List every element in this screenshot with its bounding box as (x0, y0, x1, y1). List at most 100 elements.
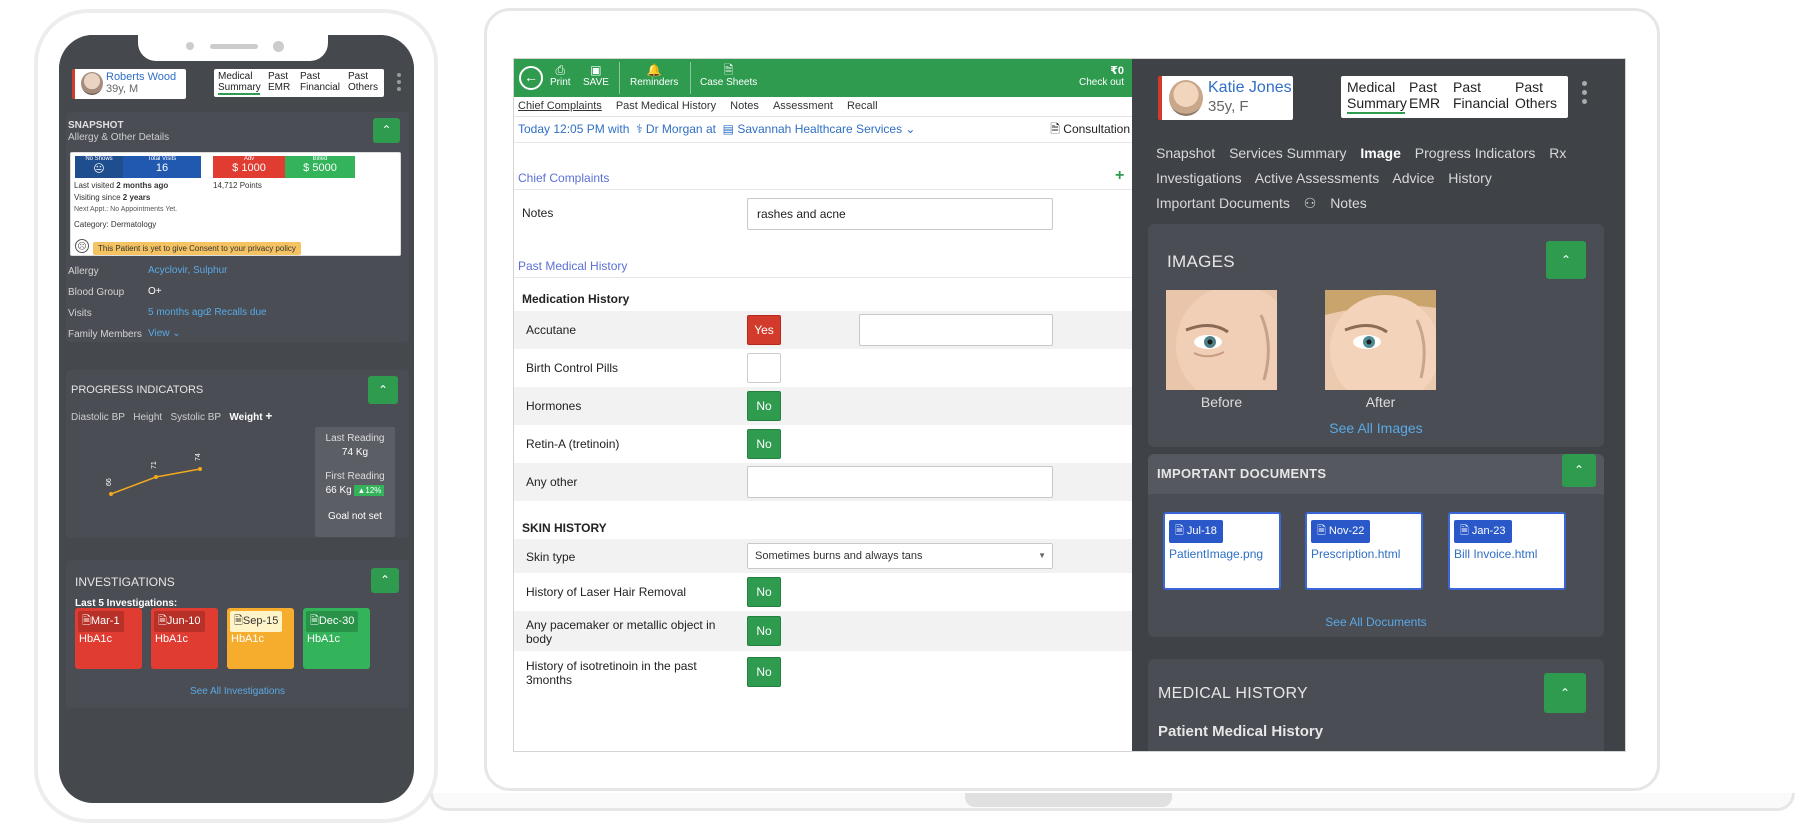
collapse-progress-button[interactable]: ⌃ (368, 376, 398, 404)
more-options-icon[interactable] (397, 73, 401, 94)
collapse-medical-history-button[interactable]: ⌃ (1544, 673, 1586, 713)
save-button[interactable]: ▣ SAVE (583, 63, 609, 88)
tab-weight[interactable]: Weight (229, 412, 262, 423)
tab-height[interactable]: Height (133, 412, 162, 423)
laser-hair-toggle[interactable]: No (747, 577, 781, 607)
pacemaker-toggle[interactable]: No (747, 616, 781, 646)
nav-services-summary[interactable]: Services Summary (1229, 145, 1346, 161)
medication-row: Birth Control Pills (514, 349, 1132, 387)
document-name[interactable]: Prescription.html (1311, 547, 1400, 561)
tab-past-emr[interactable]: Past EMR (268, 71, 294, 93)
nav-snapshot[interactable]: Snapshot (1156, 145, 1215, 161)
document-card[interactable]: 🗎 Jul-18 PatientImage.png (1163, 512, 1281, 590)
more-options-icon[interactable] (1582, 81, 1588, 108)
accutane-detail-input[interactable] (859, 314, 1053, 346)
retin-a-toggle[interactable]: No (747, 429, 781, 459)
before-image[interactable] (1166, 290, 1277, 390)
document-name[interactable]: PatientImage.png (1169, 547, 1263, 561)
patient-name[interactable]: Katie Jones (1208, 79, 1292, 97)
investigation-tile[interactable]: 🗎Dec-30 HbA1c (303, 608, 370, 669)
allergy-value[interactable]: Acyclovir, Sulphur (148, 265, 227, 276)
nav-rx[interactable]: Rx (1549, 145, 1566, 161)
tab-past-others[interactable]: Past Others (348, 71, 382, 93)
first-reading-value: 66 Kg (325, 485, 352, 496)
tab-notes[interactable]: Notes (730, 97, 759, 116)
avatar (1169, 80, 1203, 116)
patient-info: 35y, F (1208, 98, 1249, 115)
patient-name[interactable]: Roberts Wood (106, 71, 176, 83)
document-card[interactable]: 🗎 Jan-23 Bill Invoice.html (1448, 512, 1566, 590)
document-name[interactable]: Bill Invoice.html (1454, 547, 1537, 561)
see-all-investigations-link[interactable]: See All Investigations (66, 686, 409, 697)
snapshot-subtitle: Allergy & Other Details (68, 132, 170, 143)
tab-medical-summary[interactable]: Medical Summary (1347, 79, 1407, 114)
skin-history-title: SKIN HISTORY (522, 521, 607, 535)
investigation-tile[interactable]: 🗎Mar-1 HbA1c (75, 608, 142, 669)
last-visited: Last visited 2 months ago (74, 181, 168, 190)
nav-advice[interactable]: Advice (1392, 170, 1434, 186)
after-image[interactable] (1325, 290, 1436, 390)
document-card[interactable]: 🗎 Nov-22 Prescription.html (1305, 512, 1423, 590)
nav-important-documents[interactable]: Important Documents (1156, 195, 1290, 211)
case-sheets-button[interactable]: 🗎 Case Sheets (700, 63, 757, 88)
any-other-input[interactable] (747, 466, 1053, 498)
visit-clinic[interactable]: Savannah Healthcare Services (737, 122, 902, 136)
see-all-images-link[interactable]: See All Images (1148, 420, 1604, 436)
add-complaint-button[interactable]: + (1115, 167, 1124, 185)
tab-recall[interactable]: Recall (847, 97, 878, 116)
collapse-documents-button[interactable]: ⌃ (1562, 454, 1596, 487)
tab-diastolic-bp[interactable]: Diastolic BP (71, 412, 125, 423)
tab-assessment[interactable]: Assessment (773, 97, 833, 116)
investigation-tile[interactable]: 🗎Jun-10 HbA1c (151, 608, 218, 669)
images-title: IMAGES (1167, 252, 1235, 271)
nav-active-assessments[interactable]: Active Assessments (1255, 170, 1380, 186)
tab-systolic-bp[interactable]: Systolic BP (171, 412, 222, 423)
consultation-type[interactable]: 🗎 Consultation (1050, 117, 1130, 142)
see-all-documents-link[interactable]: See All Documents (1148, 615, 1604, 629)
summary-tabs: Medical Summary Past EMR Past Financial … (1341, 76, 1568, 118)
patient-card[interactable]: Katie Jones 35y, F (1158, 76, 1293, 120)
collapse-snapshot-button[interactable]: ⌃ (373, 118, 400, 143)
collapse-investigations-button[interactable]: ⌃ (371, 568, 399, 593)
investigations-card: INVESTIGATIONS ⌃ Last 5 Investigations: … (66, 560, 409, 708)
notes-input[interactable]: rashes and acne (747, 198, 1053, 230)
tab-past-others[interactable]: Past Others (1515, 79, 1563, 111)
reminders-button[interactable]: 🔔 Reminders (630, 63, 678, 88)
nav-image[interactable]: Image (1360, 145, 1400, 161)
print-button[interactable]: ⎙ Print (550, 63, 571, 88)
nav-investigations[interactable]: Investigations (1156, 170, 1242, 186)
medication-row: Accutane Yes (514, 311, 1132, 349)
tab-past-financial[interactable]: Past Financial (1453, 79, 1509, 111)
hormones-toggle[interactable]: No (747, 391, 781, 421)
collapse-images-button[interactable]: ⌃ (1546, 241, 1586, 279)
family-members-link[interactable]: View ⌄ (148, 328, 181, 339)
investigation-tile[interactable]: 🗎Sep-15 HbA1c (227, 608, 294, 669)
tab-chief-complaints[interactable]: Chief Complaints (518, 97, 602, 116)
accutane-toggle[interactable]: Yes (747, 315, 781, 345)
visits-value[interactable]: 5 months ago (148, 307, 209, 318)
snapshot-summary: No Shows 😐 Total Visits 16 Adv $ 1000 Bille… (70, 152, 401, 256)
skin-history-row: History of isotretinoin in the past 3mon… (514, 651, 1132, 695)
nav-notes[interactable]: Notes (1330, 195, 1367, 211)
checkout-button[interactable]: ₹0 Check out (1079, 64, 1124, 88)
recalls-value[interactable]: 2 Recalls due (206, 307, 267, 318)
skin-type-select[interactable]: Sometimes burns and always tans ▼ (747, 543, 1053, 569)
birth-control-toggle[interactable] (747, 353, 781, 383)
tab-past-financial[interactable]: Past Financial (300, 71, 342, 93)
visit-doctor[interactable]: Dr Morgan at (646, 122, 716, 136)
nav-progress-indicators[interactable]: Progress Indicators (1415, 145, 1536, 161)
chevron-down-icon[interactable]: ⌄ (905, 122, 915, 136)
back-button[interactable]: ← (519, 66, 543, 90)
users-icon: ⚇ (1303, 195, 1317, 211)
patient-card[interactable]: Roberts Wood 39y, M (72, 69, 186, 99)
tab-past-medical-history[interactable]: Past Medical History (616, 97, 716, 116)
tab-past-emr[interactable]: Past EMR (1409, 79, 1447, 111)
blood-group-value: O+ (148, 286, 162, 297)
nav-history[interactable]: History (1448, 170, 1492, 186)
isotretinoin-toggle[interactable]: No (747, 657, 781, 687)
toolbar-divider (619, 62, 620, 94)
add-indicator-icon[interactable]: + (265, 409, 272, 423)
tab-medical-summary[interactable]: Medical Summary (218, 71, 261, 95)
last-reading-label: Last Reading (325, 433, 385, 444)
consent-warning[interactable]: This Patient is yet to give Consent to y… (93, 242, 301, 255)
